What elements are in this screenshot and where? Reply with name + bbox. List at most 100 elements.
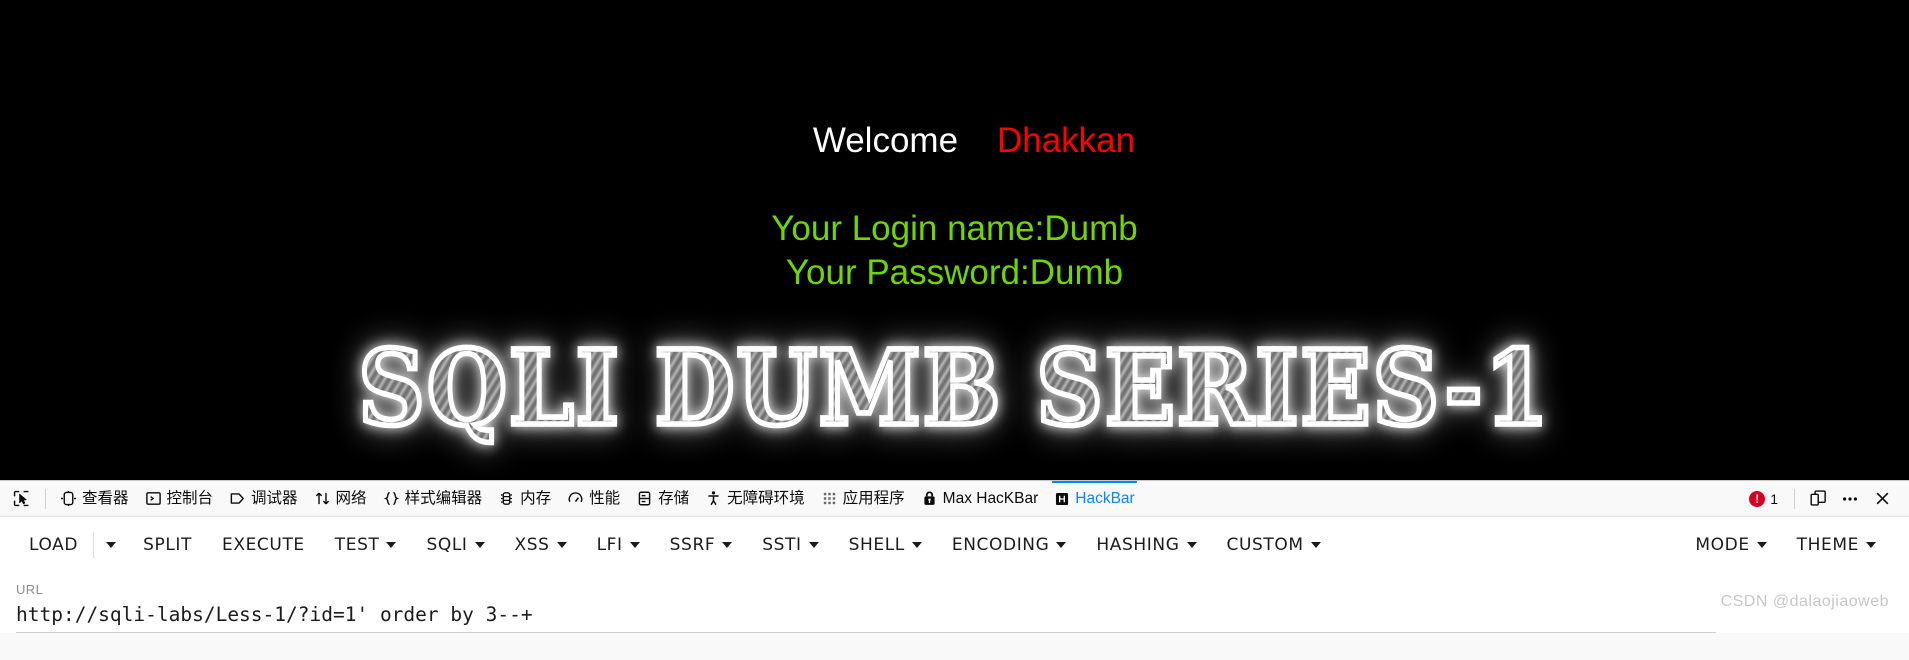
hackbar-shell-label: SHELL bbox=[848, 534, 905, 555]
tab-network[interactable]: 网络 bbox=[306, 481, 375, 517]
hackbar-encoding-menu[interactable]: ENCODING bbox=[937, 529, 1082, 561]
tab-performance-label: 性能 bbox=[589, 489, 621, 507]
welcome-username: Dhakkan bbox=[996, 121, 1136, 160]
performance-icon bbox=[567, 490, 584, 507]
chevron-down-icon bbox=[386, 541, 397, 548]
toolbar-divider bbox=[45, 488, 46, 509]
tab-style-editor-label: 样式编辑器 bbox=[404, 489, 483, 507]
toolbar-divider-right bbox=[1794, 488, 1795, 509]
hackbar-mode-label: MODE bbox=[1695, 534, 1750, 555]
chevron-down-icon bbox=[808, 541, 819, 548]
close-devtools-button[interactable] bbox=[1867, 484, 1897, 514]
hackbar-lfi-label: LFI bbox=[596, 534, 623, 555]
tab-accessibility[interactable]: 无障碍环境 bbox=[697, 481, 813, 517]
console-icon bbox=[145, 490, 162, 507]
url-input[interactable] bbox=[16, 601, 1716, 633]
devtools-toolbar-right: ! 1 bbox=[1741, 484, 1901, 514]
hackbar-url-area: URL CSDN @dalaojiaoweb bbox=[0, 572, 1909, 633]
hackbar-theme-label: THEME bbox=[1796, 534, 1859, 555]
hackbar-load-dropdown-button[interactable] bbox=[94, 536, 128, 554]
watermark-text: CSDN @dalaojiaoweb bbox=[1720, 593, 1889, 610]
hackbar-split-label: SPLIT bbox=[143, 534, 192, 555]
style-editor-icon bbox=[383, 490, 400, 507]
element-picker-icon bbox=[12, 489, 31, 508]
hackbar-encoding-label: ENCODING bbox=[951, 534, 1050, 555]
tab-max-hackbar[interactable]: Max HacKBar bbox=[913, 481, 1047, 517]
tab-inspector[interactable]: 查看器 bbox=[52, 481, 137, 517]
hackbar-load-button[interactable]: LOAD bbox=[14, 529, 93, 561]
more-options-icon bbox=[1840, 489, 1860, 509]
chevron-down-icon bbox=[1056, 541, 1067, 548]
hackbar-hashing-menu[interactable]: HASHING bbox=[1081, 529, 1211, 561]
chevron-down-icon bbox=[1186, 541, 1197, 548]
devtools-toolbar: 查看器 控制台 调试器 网络 样式编辑器 内存 性能 存储 无障碍环境 应用程序… bbox=[0, 480, 1909, 517]
hackbar-test-menu[interactable]: TEST bbox=[320, 529, 412, 561]
hackbar-theme-menu[interactable]: THEME bbox=[1782, 529, 1891, 561]
debugger-icon bbox=[229, 490, 246, 507]
chevron-down-icon bbox=[106, 541, 117, 548]
devtools-panel: 查看器 控制台 调试器 网络 样式编辑器 内存 性能 存储 无障碍环境 应用程序… bbox=[0, 480, 1909, 660]
chevron-down-icon bbox=[1866, 541, 1876, 548]
hackbar-custom-menu[interactable]: CUSTOM bbox=[1212, 529, 1336, 561]
hackbar-load-label: LOAD bbox=[29, 534, 79, 555]
chevron-down-icon bbox=[722, 541, 733, 548]
application-icon bbox=[821, 490, 838, 507]
login-name-line: Your Login name:Dumb bbox=[771, 209, 1138, 248]
tab-inspector-label: 查看器 bbox=[82, 489, 129, 507]
tab-accessibility-label: 无障碍环境 bbox=[727, 489, 805, 507]
element-picker-button[interactable] bbox=[4, 481, 39, 517]
responsive-design-mode-icon bbox=[1809, 489, 1828, 508]
hackbar-xss-menu[interactable]: XSS bbox=[500, 529, 582, 561]
hackbar-xss-label: XSS bbox=[514, 534, 550, 555]
responsive-design-mode-button[interactable] bbox=[1803, 484, 1833, 514]
error-badge-icon: ! bbox=[1749, 490, 1766, 507]
tab-console[interactable]: 控制台 bbox=[137, 481, 222, 517]
tab-style-editor[interactable]: 样式编辑器 bbox=[375, 481, 491, 517]
error-count-badge[interactable]: ! 1 bbox=[1741, 490, 1786, 507]
hackbar-ssti-menu[interactable]: SSTI bbox=[747, 529, 833, 561]
chevron-down-icon bbox=[474, 541, 485, 548]
hackbar-ssrf-menu[interactable]: SSRF bbox=[655, 529, 748, 561]
tab-application-label: 应用程序 bbox=[842, 489, 905, 507]
more-options-button[interactable] bbox=[1835, 484, 1865, 514]
tab-memory-label: 内存 bbox=[520, 489, 552, 507]
tab-hackbar-label: HackBar bbox=[1075, 489, 1135, 507]
tab-storage-label: 存储 bbox=[658, 489, 690, 507]
hackbar-shell-menu[interactable]: SHELL bbox=[834, 529, 937, 561]
hackbar-mode-menu[interactable]: MODE bbox=[1680, 529, 1781, 561]
sqli-banner: SQLI DUMB SERIES-1 bbox=[0, 334, 1909, 443]
error-count-label: 1 bbox=[1770, 490, 1778, 507]
tab-memory[interactable]: 内存 bbox=[490, 481, 559, 517]
memory-icon bbox=[498, 490, 515, 507]
chevron-down-icon bbox=[911, 541, 922, 548]
welcome-prefix: Welcome bbox=[812, 121, 959, 160]
hackbar-ssti-label: SSTI bbox=[762, 534, 802, 555]
tab-network-label: 网络 bbox=[335, 489, 367, 507]
tab-debugger[interactable]: 调试器 bbox=[221, 481, 306, 517]
hackbar-execute-button[interactable]: EXECUTE bbox=[207, 529, 320, 561]
accessibility-icon bbox=[705, 490, 722, 507]
chevron-down-icon bbox=[1310, 541, 1321, 548]
network-icon bbox=[314, 490, 331, 507]
close-icon bbox=[1873, 489, 1892, 508]
tab-performance[interactable]: 性能 bbox=[559, 481, 628, 517]
tab-hackbar[interactable]: HackBar bbox=[1046, 480, 1142, 517]
lock-icon bbox=[921, 490, 938, 507]
hackbar-hashing-label: HASHING bbox=[1096, 534, 1180, 555]
hackbar-sqli-menu[interactable]: SQLI bbox=[411, 529, 499, 561]
tab-console-label: 控制台 bbox=[166, 489, 214, 507]
hackbar-split-button[interactable]: SPLIT bbox=[128, 529, 207, 561]
hackbar-ssrf-label: SSRF bbox=[669, 534, 716, 555]
tab-debugger-label: 调试器 bbox=[251, 489, 298, 507]
chevron-down-icon bbox=[556, 541, 567, 548]
hackbar-test-label: TEST bbox=[334, 534, 380, 555]
hackbar-icon bbox=[1054, 491, 1070, 507]
tab-application[interactable]: 应用程序 bbox=[813, 481, 913, 517]
sqli-banner-text: SQLI DUMB SERIES-1 bbox=[356, 327, 1551, 449]
web-page-content: Welcome Dhakkan Your Login name:Dumb You… bbox=[0, 0, 1909, 480]
tab-storage[interactable]: 存储 bbox=[628, 481, 697, 517]
tab-max-hackbar-label: Max HacKBar bbox=[942, 489, 1039, 507]
hackbar-lfi-menu[interactable]: LFI bbox=[582, 529, 655, 561]
chevron-down-icon bbox=[1756, 541, 1767, 548]
hackbar-menu-bar: LOAD SPLIT EXECUTE TEST SQLI XSS LFI SSR… bbox=[0, 517, 1909, 572]
